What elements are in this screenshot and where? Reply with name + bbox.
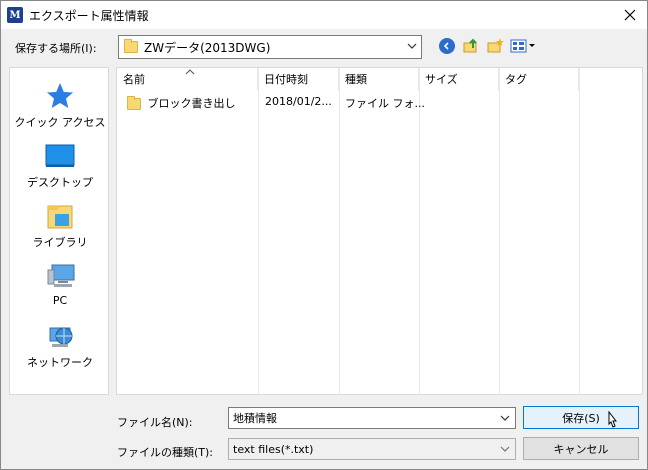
filename-value: 地積情報 — [233, 412, 277, 425]
app-icon: M — [7, 7, 23, 23]
up-folder-icon — [463, 38, 477, 53]
list-item[interactable]: ブロック書き出し 2018/01/2... ファイル フォ... — [117, 92, 642, 112]
places-sidebar: クイック アクセス デスクトップ ライブラリ PC ネットワーク — [9, 67, 109, 395]
column-header-name[interactable]: 名前 — [117, 68, 258, 90]
sidebar-item-label: デスクトップ — [27, 176, 93, 189]
folder-icon — [127, 96, 141, 110]
close-icon — [624, 9, 636, 21]
sidebar-item-label: PC — [52, 294, 68, 307]
sidebar-item-label: ネットワーク — [27, 356, 93, 369]
back-button[interactable] — [438, 37, 456, 55]
title-bar: M エクスポート属性情報 — [1, 1, 647, 29]
network-icon — [49, 327, 73, 347]
cancel-button[interactable]: キャンセル — [523, 437, 639, 460]
new-folder-button[interactable] — [486, 37, 504, 55]
sidebar-item-library[interactable]: ライブラリ — [10, 200, 110, 250]
toolbar — [438, 37, 536, 55]
mouse-cursor-icon — [608, 411, 618, 428]
location-label: 保存する場所(I): — [15, 42, 97, 55]
library-icon — [47, 205, 73, 229]
column-divider — [579, 68, 580, 394]
star-icon — [47, 83, 73, 108]
column-header-tags[interactable]: タグ — [499, 68, 579, 90]
sidebar-item-quick-access[interactable]: クイック アクセス — [10, 80, 110, 130]
file-name: ブロック書き出し — [147, 97, 236, 110]
location-value: ZWデータ(2013DWG) — [144, 40, 271, 55]
save-dialog: M エクスポート属性情報 保存する場所(I): ZWデータ(2013DWG) ク… — [0, 0, 648, 470]
chevron-down-icon — [407, 39, 417, 56]
column-header-size[interactable]: サイズ — [419, 68, 499, 90]
file-type: ファイル フォ... — [345, 97, 425, 110]
folder-icon — [124, 39, 138, 53]
sidebar-item-pc[interactable]: PC — [10, 260, 110, 307]
view-menu-button[interactable] — [510, 37, 536, 55]
view-menu-icon — [510, 39, 535, 53]
filename-label: ファイル名(N): — [117, 416, 193, 429]
location-combo[interactable]: ZWデータ(2013DWG) — [118, 35, 422, 59]
column-header-type[interactable]: 種類 — [339, 68, 419, 90]
column-divider — [419, 68, 420, 394]
close-button[interactable] — [613, 1, 647, 29]
filetype-value: text files(*.txt) — [233, 442, 314, 456]
filename-input[interactable]: 地積情報 — [228, 407, 516, 429]
column-divider — [499, 68, 500, 394]
file-date: 2018/01/2... — [265, 95, 332, 108]
sidebar-item-desktop[interactable]: デスクトップ — [10, 140, 110, 190]
back-icon — [439, 38, 455, 54]
new-folder-icon — [487, 38, 504, 53]
desktop-icon — [45, 144, 75, 167]
save-button[interactable]: 保存(S) — [523, 406, 639, 429]
sidebar-item-network[interactable]: ネットワーク — [10, 320, 110, 370]
column-divider — [258, 68, 259, 394]
chevron-down-icon — [500, 442, 510, 459]
sidebar-item-label: ライブラリ — [32, 236, 88, 249]
window-title: エクスポート属性情報 — [29, 8, 149, 23]
sidebar-item-label: クイック アクセス — [14, 116, 106, 129]
file-list[interactable]: 名前 日付時刻 種類 サイズ タグ ブロック書き出し 2018/01/2... … — [116, 67, 643, 395]
filetype-select[interactable]: text files(*.txt) — [228, 438, 516, 460]
column-divider — [339, 68, 340, 394]
chevron-down-icon[interactable] — [500, 411, 510, 428]
filetype-label: ファイルの種類(T): — [117, 446, 214, 459]
pc-icon — [47, 264, 75, 287]
up-folder-button[interactable] — [462, 37, 480, 55]
column-header-date[interactable]: 日付時刻 — [258, 68, 339, 90]
